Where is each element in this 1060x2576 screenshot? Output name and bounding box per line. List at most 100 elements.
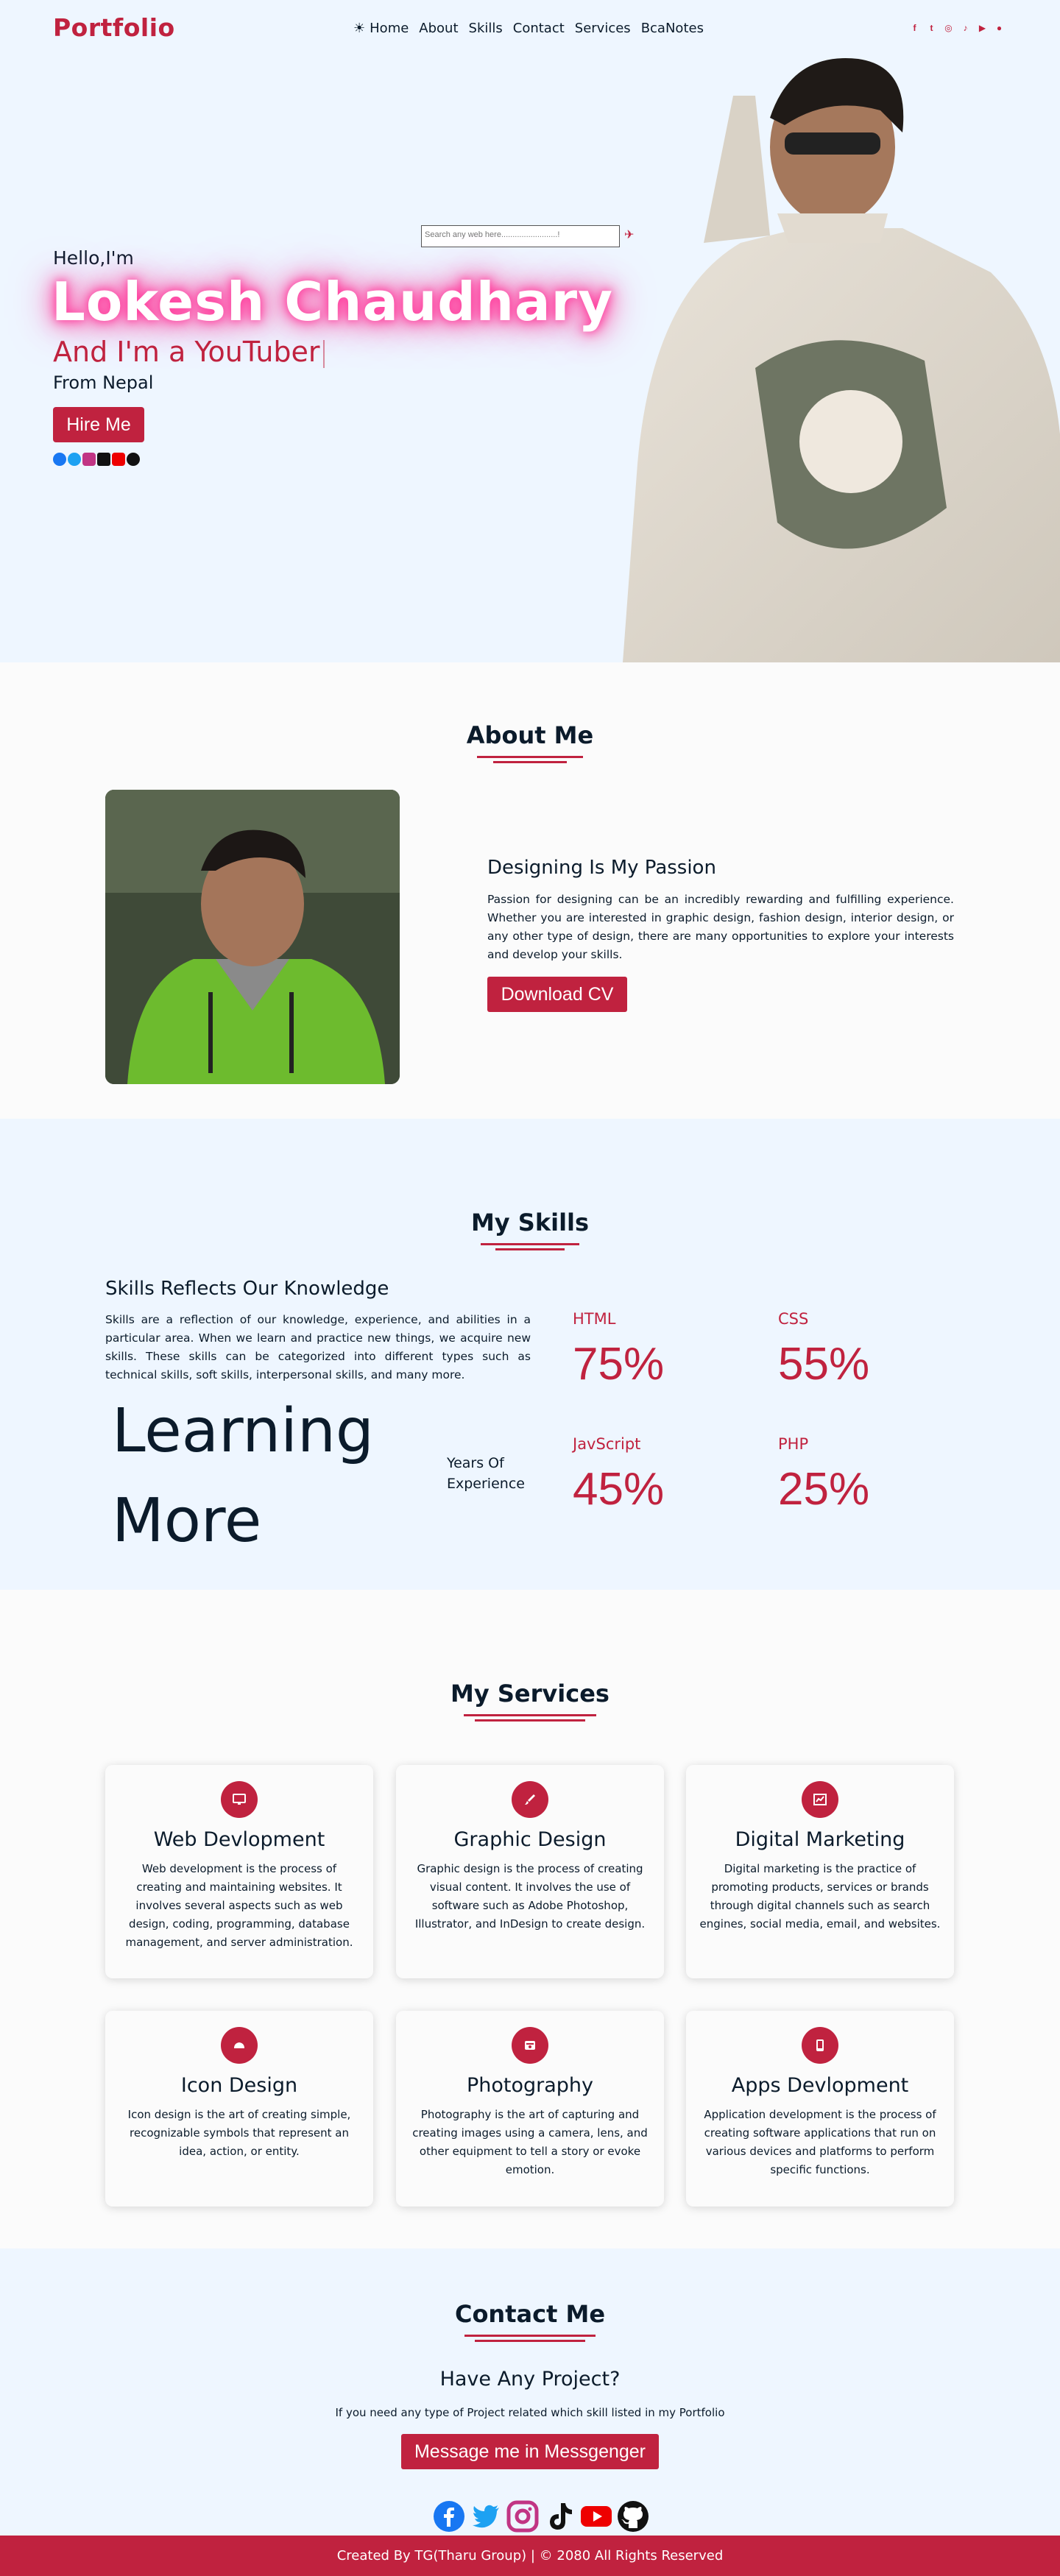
skill-html: HTML 75% bbox=[573, 1310, 742, 1390]
hero-role: And I'm a YouTuber bbox=[53, 336, 325, 368]
title-underline bbox=[481, 1243, 579, 1245]
service-text: Application development is the process o… bbox=[704, 2108, 936, 2176]
title-underline bbox=[477, 756, 583, 758]
about-text: Passion for designing can be an incredib… bbox=[487, 893, 954, 961]
top-navbar: Portfolio ☀ Home About Skills Contact Se… bbox=[0, 0, 1060, 59]
site-logo[interactable]: Portfolio bbox=[53, 13, 175, 42]
services-section: My Services Web Devlopment Web developme… bbox=[0, 1590, 1060, 2248]
skills-title: My Skills bbox=[470, 1209, 590, 1236]
facebook-icon[interactable] bbox=[433, 2500, 465, 2533]
skill-percent: 55% bbox=[778, 1339, 870, 1390]
service-title: Digital Marketing bbox=[735, 1828, 905, 1851]
service-title: Apps Devlopment bbox=[731, 2074, 909, 2097]
service-text: Graphic design is the process of creatin… bbox=[414, 1862, 646, 1931]
nav-item-skills[interactable]: Skills bbox=[469, 21, 503, 36]
skill-name: HTML bbox=[573, 1310, 616, 1328]
tablet-icon bbox=[802, 2027, 838, 2064]
contact-text: If you need any type of Project related … bbox=[335, 2406, 725, 2419]
about-title: About Me bbox=[466, 721, 594, 749]
github-icon[interactable] bbox=[617, 2500, 649, 2533]
hero-name: Lokesh Chaudhary bbox=[52, 271, 614, 333]
hire-me-button[interactable]: Hire Me bbox=[53, 407, 144, 442]
hero-greeting: Hello,I'm bbox=[53, 247, 134, 269]
title-underline bbox=[495, 1248, 565, 1250]
theme-toggle-icon[interactable]: ☀ bbox=[353, 21, 365, 36]
twitter-icon[interactable] bbox=[470, 2500, 502, 2533]
instagram-icon[interactable]: ◎ bbox=[944, 24, 953, 33]
skill-name: CSS bbox=[778, 1310, 809, 1328]
search-input[interactable]: Search any web here.....................… bbox=[421, 225, 620, 247]
service-card-icon[interactable]: Icon Design Icon design is the art of cr… bbox=[105, 2011, 373, 2207]
camera-icon bbox=[512, 2027, 548, 2064]
footer: Created By TG(Tharu Group) | © 2080 All … bbox=[0, 2536, 1060, 2576]
nav-item-contact[interactable]: Contact bbox=[513, 21, 565, 36]
tiktok-icon[interactable]: ♪ bbox=[961, 24, 970, 33]
contact-heading: Have Any Project? bbox=[439, 2368, 621, 2391]
hero-location: From Nepal bbox=[53, 372, 154, 393]
service-text: Photography is the art of capturing and … bbox=[412, 2108, 648, 2176]
learning-line-1: Learning bbox=[112, 1396, 374, 1466]
typing-caret bbox=[322, 339, 325, 368]
hero-social-links bbox=[53, 453, 140, 466]
skills-section: My Skills Skills Reflects Our Knowledge … bbox=[0, 1119, 1060, 1590]
contact-title: Contact Me bbox=[454, 2300, 606, 2328]
youtube-icon[interactable] bbox=[112, 453, 125, 466]
instagram-icon[interactable] bbox=[506, 2500, 539, 2533]
hero-section: Search any web here.....................… bbox=[0, 0, 1060, 662]
skill-php: PHP 25% bbox=[778, 1435, 947, 1515]
tiktok-icon[interactable] bbox=[97, 453, 110, 466]
nav-item-about[interactable]: About bbox=[419, 21, 458, 36]
skill-name: PHP bbox=[778, 1435, 809, 1453]
about-heading: Designing Is My Passion bbox=[487, 857, 716, 879]
nav-item-bcanotes[interactable]: BcaNotes bbox=[641, 21, 704, 36]
skills-text: Skills are a reflection of our knowledge… bbox=[105, 1313, 531, 1381]
facebook-icon[interactable] bbox=[53, 453, 66, 466]
service-card-graphic[interactable]: Graphic Design Graphic design is the pro… bbox=[396, 1765, 664, 1978]
twitter-icon[interactable]: t bbox=[927, 24, 936, 33]
monitor-icon bbox=[221, 1781, 258, 1818]
title-underline bbox=[464, 2335, 596, 2337]
title-underline bbox=[475, 1719, 585, 1722]
tiktok-icon[interactable] bbox=[543, 2500, 576, 2533]
service-title: Graphic Design bbox=[453, 1828, 607, 1851]
skill-percent: 25% bbox=[778, 1464, 870, 1515]
chart-icon bbox=[802, 1781, 838, 1818]
skill-percent: 75% bbox=[573, 1339, 665, 1390]
service-text: Digital marketing is the practice of pro… bbox=[699, 1862, 941, 1931]
instagram-icon[interactable] bbox=[82, 453, 96, 466]
learning-line-2: More bbox=[112, 1486, 262, 1556]
contact-social-links bbox=[433, 2500, 649, 2533]
years-of-experience-label: Years Of Experience bbox=[447, 1455, 525, 1492]
service-title: Icon Design bbox=[180, 2074, 298, 2097]
service-card-web[interactable]: Web Devlopment Web development is the pr… bbox=[105, 1765, 373, 1978]
youtube-icon[interactable]: ▶ bbox=[978, 24, 987, 33]
services-title: My Services bbox=[451, 1680, 610, 1708]
nav-item-services[interactable]: Services bbox=[575, 21, 631, 36]
nav-item-home[interactable]: Home bbox=[370, 21, 409, 36]
brush-icon bbox=[512, 1781, 548, 1818]
skill-percent: 45% bbox=[573, 1464, 665, 1515]
title-underline bbox=[493, 761, 567, 763]
youtube-icon[interactable] bbox=[580, 2500, 612, 2533]
nav-social-links: f t ◎ ♪ ▶ ● bbox=[910, 24, 1004, 33]
facebook-icon[interactable]: f bbox=[910, 24, 919, 33]
service-title: Web Devlopment bbox=[153, 1828, 325, 1851]
hero-portrait-photo bbox=[623, 58, 1060, 662]
send-plane-icon[interactable]: ✈ bbox=[624, 229, 637, 242]
service-card-photography[interactable]: Photography Photography is the art of ca… bbox=[396, 2011, 664, 2207]
contact-section: Contact Me Have Any Project? If you need… bbox=[0, 2248, 1060, 2536]
twitter-icon[interactable] bbox=[68, 453, 81, 466]
service-text: Web development is the process of creati… bbox=[125, 1862, 353, 1949]
about-section: About Me Designing Is My Passion Passion… bbox=[0, 662, 1060, 1119]
skills-heading: Skills Reflects Our Knowledge bbox=[105, 1278, 389, 1300]
about-profile-photo bbox=[105, 790, 400, 1084]
github-icon[interactable]: ● bbox=[994, 24, 1004, 33]
download-cv-button[interactable]: Download CV bbox=[487, 977, 627, 1012]
title-underline bbox=[475, 2340, 585, 2342]
cloud-icon bbox=[221, 2027, 258, 2064]
title-underline bbox=[464, 1714, 596, 1716]
github-icon[interactable] bbox=[127, 453, 140, 466]
service-card-apps[interactable]: Apps Devlopment Application development … bbox=[686, 2011, 954, 2207]
service-card-marketing[interactable]: Digital Marketing Digital marketing is t… bbox=[686, 1765, 954, 1978]
messenger-button[interactable]: Message me in Messgenger bbox=[401, 2434, 659, 2469]
